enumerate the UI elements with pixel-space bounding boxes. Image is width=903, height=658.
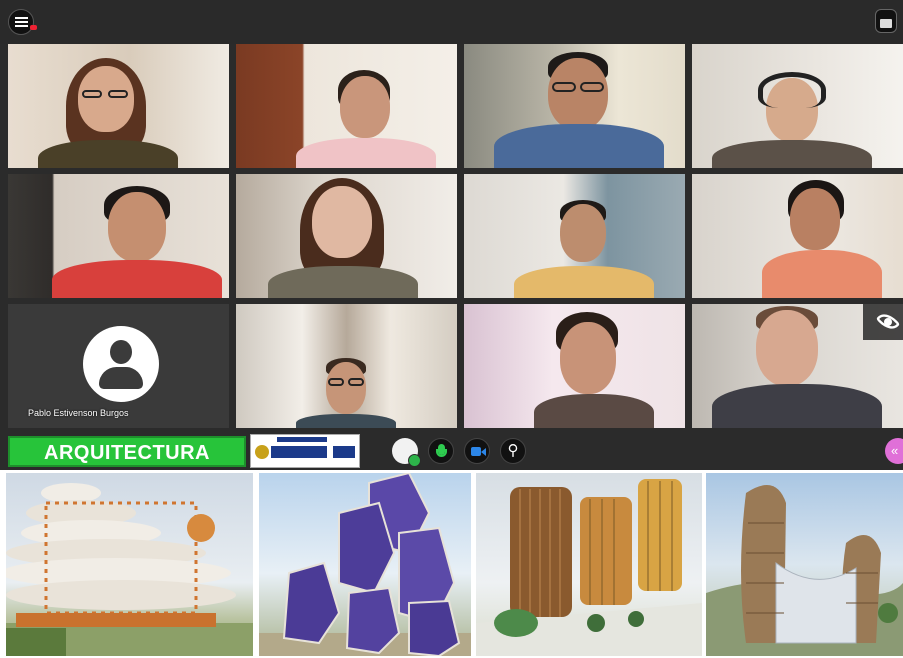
participant-tile[interactable] — [464, 174, 685, 298]
participant-tile[interactable] — [8, 174, 229, 298]
participant-tile[interactable] — [692, 44, 903, 168]
participant-tile[interactable]: Pablo Estivenson Burgos — [8, 304, 229, 428]
architecture-render-image — [476, 473, 702, 656]
participant-tile[interactable] — [464, 44, 685, 168]
avatar — [83, 326, 159, 402]
architecture-render-image — [6, 473, 253, 656]
video-call-app: Pablo Estivenson Burgos ARQUITECTURA ⚲ « — [0, 0, 903, 495]
university-logo — [250, 434, 360, 468]
event-banner: ARQUITECTURA BIODIGITAL — [8, 436, 246, 495]
control-bar: ARQUITECTURA BIODIGITAL ⚲ « — [0, 430, 903, 495]
participant-tile[interactable] — [236, 44, 457, 168]
architecture-render-image — [706, 473, 903, 656]
participant-tile[interactable] — [464, 304, 685, 428]
top-bar — [0, 0, 903, 44]
participant-tile[interactable] — [236, 304, 457, 428]
hamburger-menu-icon[interactable] — [8, 9, 34, 35]
participant-tile[interactable] — [8, 44, 229, 168]
screen-share-icon[interactable]: ⚲ — [500, 438, 526, 464]
layout-toggle-icon[interactable] — [875, 9, 897, 33]
participant-tile[interactable] — [236, 174, 457, 298]
microphone-icon[interactable] — [428, 438, 454, 464]
participant-tile[interactable] — [692, 304, 903, 428]
participant-name-label: Pablo Estivenson Burgos — [28, 408, 129, 418]
architecture-renders-strip — [0, 470, 903, 658]
architecture-render-image — [259, 473, 471, 656]
user-status-icon[interactable] — [392, 438, 421, 467]
notification-dot — [30, 25, 37, 30]
more-options-icon[interactable]: « — [885, 438, 903, 464]
participant-tile[interactable] — [692, 174, 903, 298]
participant-grid: Pablo Estivenson Burgos — [8, 44, 903, 428]
eye-icon[interactable] — [863, 304, 903, 340]
camera-icon[interactable] — [464, 438, 490, 464]
